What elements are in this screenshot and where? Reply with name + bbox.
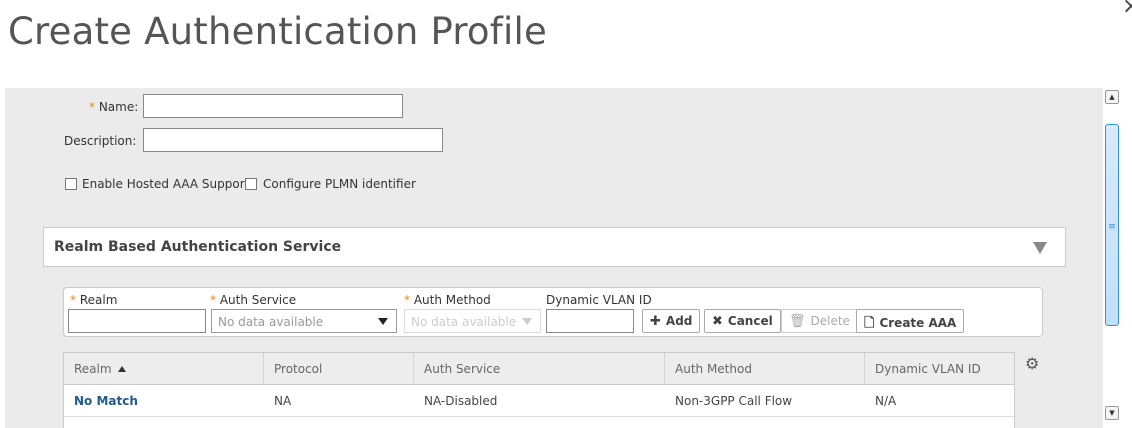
required-mark: * — [89, 100, 95, 114]
grip-icon: ≡ — [1108, 222, 1116, 232]
auth-service-select[interactable]: No data available — [211, 309, 397, 333]
cancel-button[interactable]: ✖ Cancel — [704, 309, 781, 333]
table-row[interactable]: No Match NA NA-Disabled Non-3GPP Call Fl… — [64, 385, 1014, 417]
name-input[interactable] — [143, 94, 403, 118]
cell-protocol: NA — [274, 394, 292, 408]
cancel-label: Cancel — [727, 314, 773, 328]
name-label-text: Name: — [98, 100, 139, 114]
plmn-checkbox[interactable] — [245, 178, 257, 190]
description-label: Description: — [64, 134, 137, 148]
scroll-up-icon[interactable]: ▲ — [1105, 90, 1119, 104]
required-mark: * — [210, 293, 216, 307]
auth-service-label-text: Auth Service — [219, 293, 297, 307]
vertical-scrollbar[interactable]: ▲ ≡ ▼ — [1103, 88, 1122, 428]
cell-vlan: N/A — [875, 394, 897, 408]
gear-icon[interactable]: ⚙ — [1025, 354, 1039, 373]
realm-input[interactable] — [68, 309, 206, 333]
delete-button[interactable]: 🗑 Delete — [781, 309, 858, 333]
auth-method-label: * Auth Method — [404, 293, 491, 307]
create-aaa-label: Create AAA — [879, 316, 957, 330]
required-mark: * — [70, 293, 76, 307]
document-icon: 🗋 — [864, 316, 875, 331]
section-title: Realm Based Authentication Service — [54, 239, 342, 255]
realm-field-label: * Realm — [70, 293, 117, 307]
cell-auth-method: Non-3GPP Call Flow — [675, 394, 793, 408]
column-header-auth-service[interactable]: Auth Service — [414, 353, 665, 384]
cell-auth-service: NA-Disabled — [424, 394, 498, 408]
plmn-label: Configure PLMN identifier — [263, 177, 416, 191]
column-header-auth-method[interactable]: Auth Method — [665, 353, 865, 384]
auth-method-value: No data available — [411, 315, 517, 329]
hosted-aaa-label: Enable Hosted AAA Support — [82, 177, 250, 191]
delete-label: Delete — [810, 314, 850, 328]
close-icon: ✖ — [712, 314, 723, 329]
chevron-down-icon — [522, 318, 532, 325]
close-icon[interactable]: × — [1122, 0, 1132, 19]
description-input[interactable] — [143, 128, 443, 152]
required-mark: * — [404, 293, 410, 307]
trash-icon: 🗑 — [789, 314, 806, 329]
scroll-down-icon[interactable]: ▼ — [1105, 406, 1119, 420]
vlan-label: Dynamic VLAN ID — [546, 293, 652, 307]
plus-icon: ✚ — [650, 314, 661, 329]
realm-add-form: * Realm * Auth Service No data available… — [63, 287, 1043, 337]
chevron-down-icon — [378, 318, 388, 325]
cell-realm[interactable]: No Match — [64, 385, 138, 416]
hosted-aaa-checkbox[interactable] — [65, 178, 77, 190]
column-header-realm[interactable]: Realm — [64, 353, 264, 384]
column-header-protocol[interactable]: Protocol — [264, 353, 414, 384]
auth-service-value: No data available — [218, 315, 324, 329]
realm-label-text: Realm — [79, 293, 118, 307]
sort-ascending-icon — [117, 366, 126, 372]
add-button[interactable]: ✚ Add — [642, 309, 701, 333]
auth-service-label: * Auth Service — [210, 293, 296, 307]
table-header: Realm Protocol Auth Service Auth Method … — [64, 353, 1014, 385]
auth-method-select[interactable]: No data available — [404, 309, 541, 333]
realm-section-header[interactable]: Realm Based Authentication Service — [43, 227, 1066, 267]
realm-table: Realm Protocol Auth Service Auth Method … — [63, 352, 1015, 428]
collapse-caret-icon[interactable] — [1033, 242, 1047, 254]
vlan-input[interactable] — [546, 309, 634, 333]
page-title: Create Authentication Profile — [8, 10, 547, 53]
scrollbar-thumb[interactable]: ≡ — [1105, 124, 1119, 326]
name-label: * Name: — [89, 100, 138, 114]
auth-method-label-text: Auth Method — [413, 293, 491, 307]
form-panel: * Name: Description: Enable Hosted AAA S… — [5, 88, 1103, 428]
add-label: Add — [665, 314, 693, 328]
create-aaa-button[interactable]: 🗋 Create AAA — [856, 309, 965, 333]
column-header-vlan[interactable]: Dynamic VLAN ID — [865, 353, 1014, 384]
column-label: Realm — [74, 362, 112, 376]
